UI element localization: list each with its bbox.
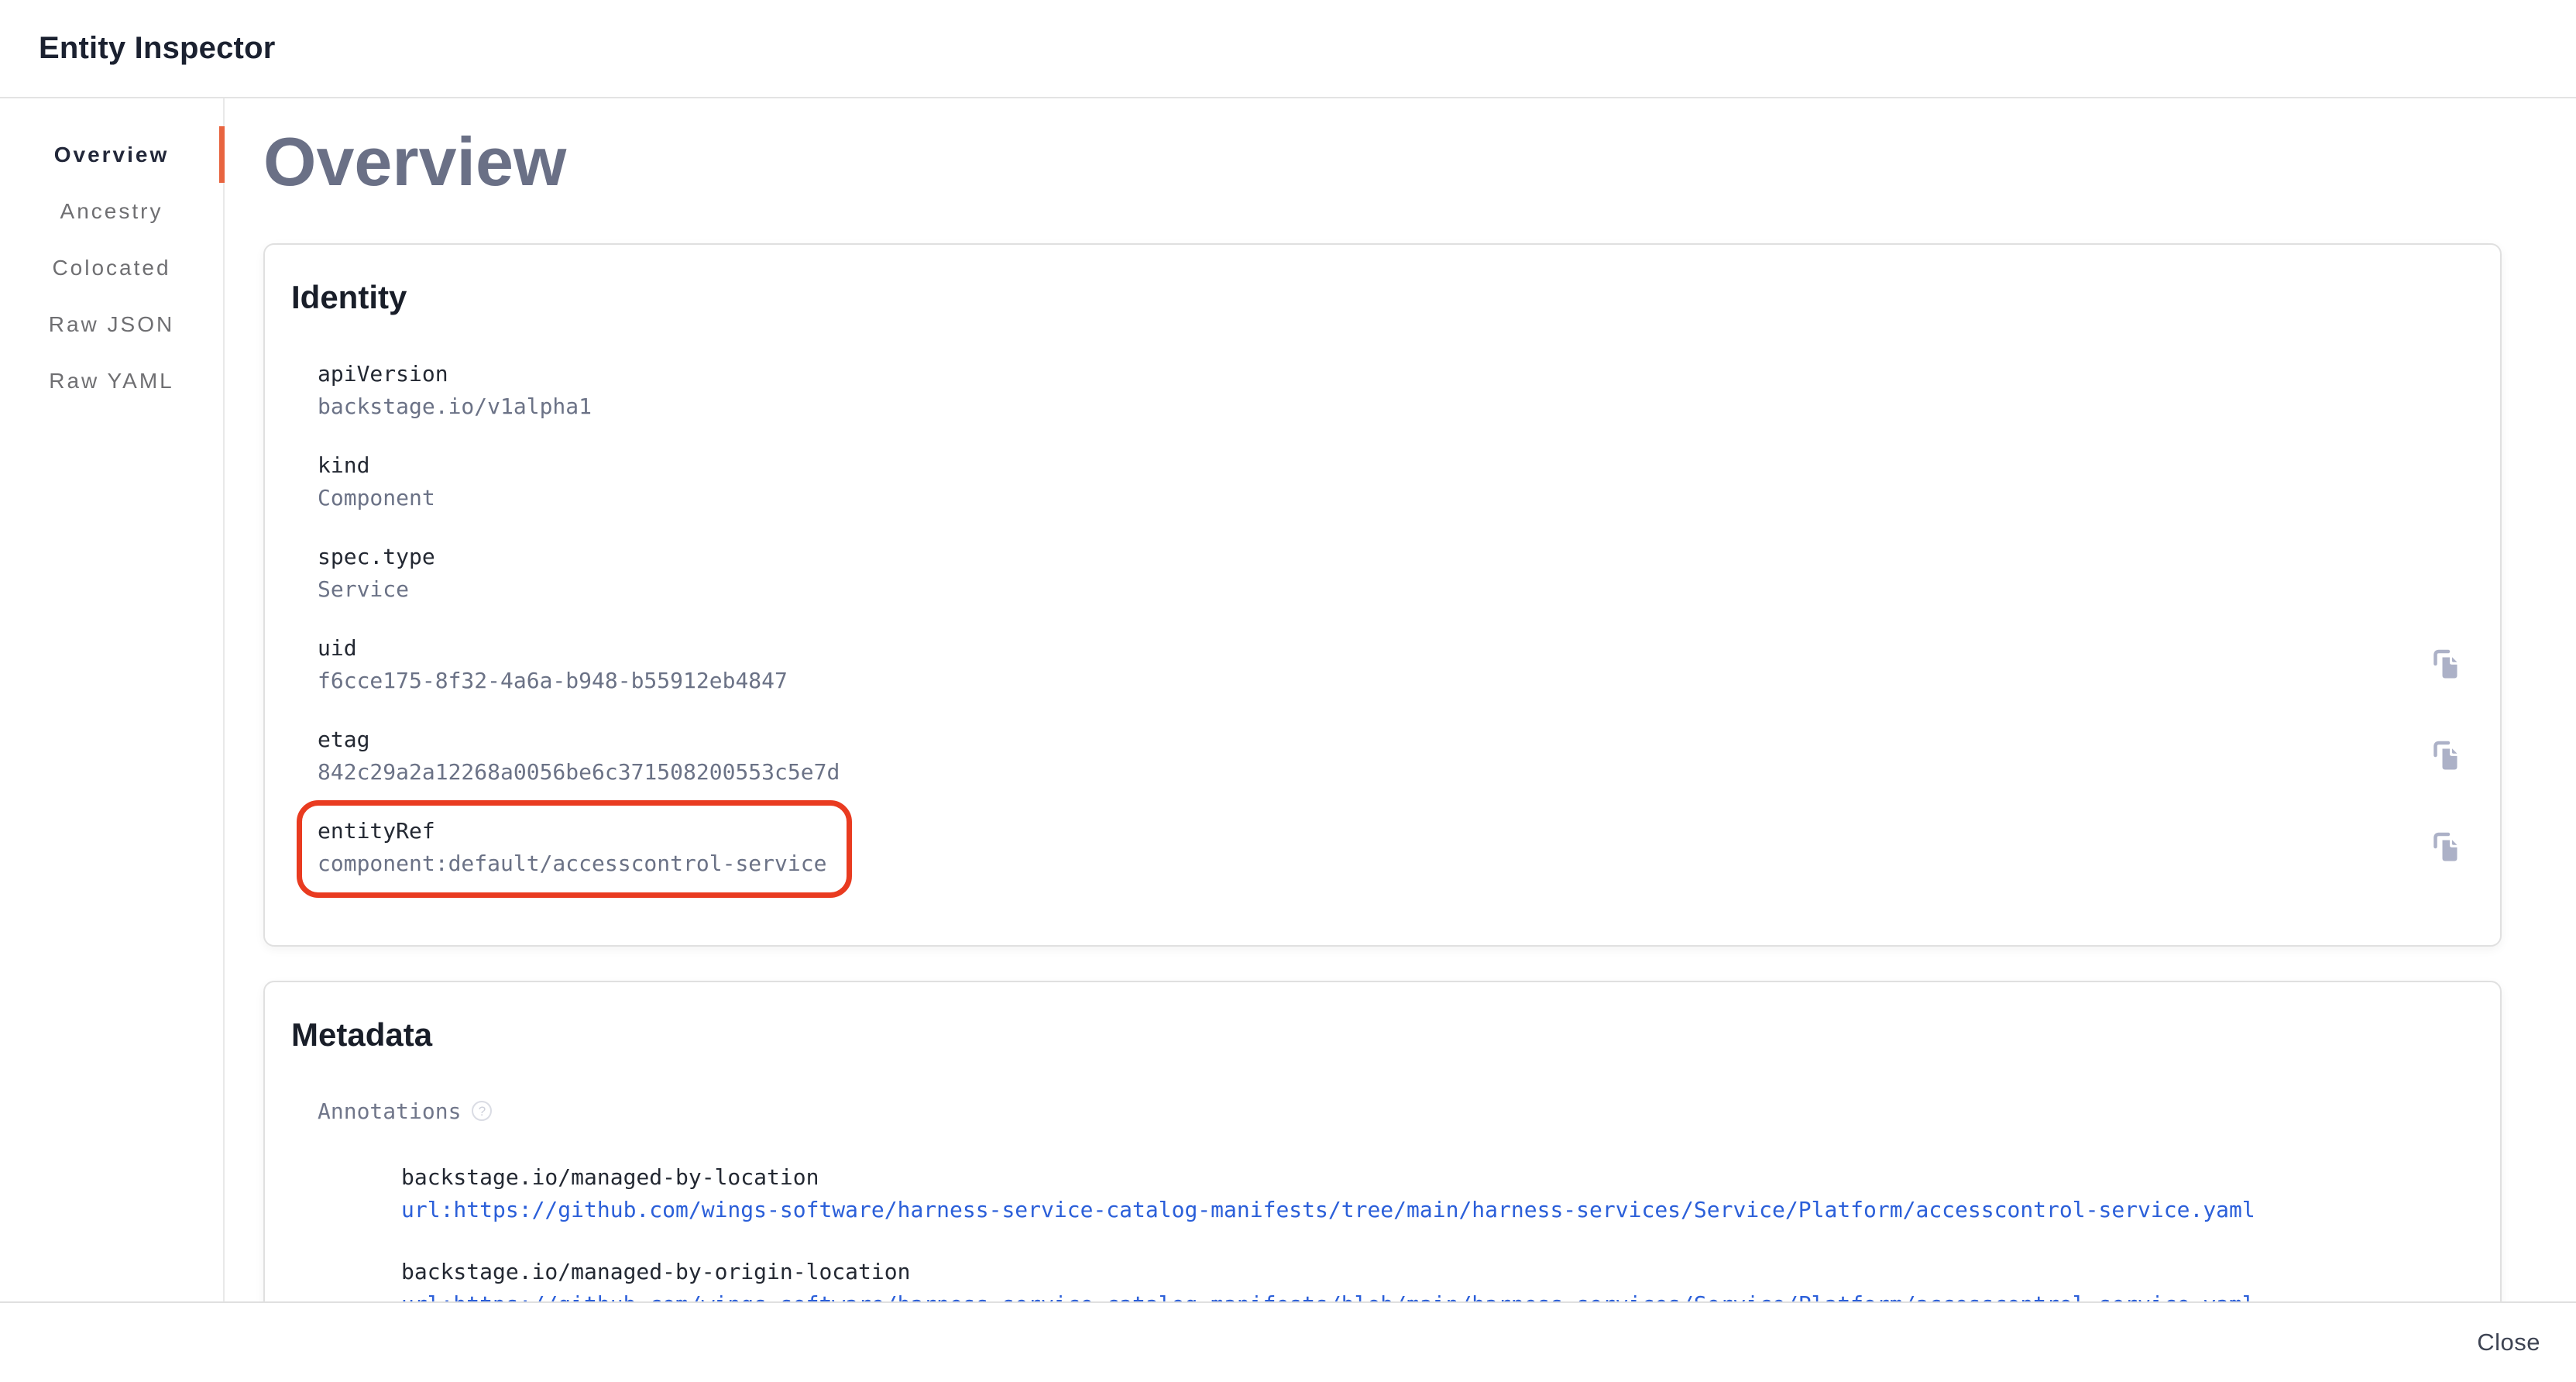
- close-button[interactable]: Close: [2463, 1319, 2554, 1366]
- copy-icon: [2429, 739, 2463, 773]
- entity-ref-highlight: uid f6cce175-8f32-4a6a-b948-b55912eb4847: [318, 635, 788, 694]
- annotation-key: backstage.io/managed-by-location: [401, 1164, 2463, 1191]
- field-value: backstage.io/v1alpha1: [318, 394, 592, 420]
- entity-ref-highlight: apiVersion backstage.io/v1alpha1: [318, 361, 592, 420]
- help-icon[interactable]: ?: [472, 1101, 492, 1121]
- field-label: entityRef: [318, 818, 826, 844]
- annotation-row: backstage.io/managed-by-location url:htt…: [401, 1164, 2463, 1223]
- sidebar-tab[interactable]: Overview: [0, 126, 223, 183]
- metadata-card: Metadata Annotations ? backstage.io/mana…: [263, 981, 2502, 1301]
- entity-ref-highlight: entityRef component:default/accesscontro…: [297, 800, 852, 898]
- entity-ref-highlight: spec.type Service: [318, 544, 435, 603]
- identity-card: Identity apiVersion backstage.io/v1alpha…: [263, 243, 2502, 947]
- copy-button[interactable]: [2429, 830, 2463, 865]
- inspector-content: Overview Identity apiVersion backstage.i…: [225, 98, 2576, 1301]
- identity-field-row: apiVersion backstage.io/v1alpha1: [318, 361, 2463, 420]
- identity-card-title: Identity: [291, 279, 2463, 316]
- field-label: apiVersion: [318, 361, 592, 387]
- annotations-section-header: Annotations ?: [318, 1098, 2463, 1124]
- sidebar-tab[interactable]: Raw JSON: [0, 296, 223, 352]
- dialog-header: Entity Inspector: [0, 0, 2576, 98]
- annotation-value-link[interactable]: url:https://github.com/wings-software/ha…: [401, 1291, 2463, 1301]
- identity-field-row: entityRef component:default/accesscontro…: [318, 818, 2463, 877]
- identity-field-row: uid f6cce175-8f32-4a6a-b948-b55912eb4847: [318, 635, 2463, 694]
- copy-icon: [2429, 648, 2463, 682]
- annotation-key: backstage.io/managed-by-origin-location: [401, 1259, 2463, 1285]
- annotations-label: Annotations: [318, 1098, 461, 1124]
- identity-field-row: spec.type Service: [318, 544, 2463, 603]
- sidebar-tab[interactable]: Raw YAML: [0, 352, 223, 409]
- field-value: 842c29a2a12268a0056be6c371508200553c5e7d: [318, 759, 840, 786]
- dialog-title: Entity Inspector: [39, 31, 275, 66]
- annotation-value-link[interactable]: url:https://github.com/wings-software/ha…: [401, 1197, 2463, 1223]
- sidebar-tab[interactable]: Colocated: [0, 239, 223, 296]
- field-value: Component: [318, 485, 435, 511]
- identity-fields: apiVersion backstage.io/v1alpha1 kind Co…: [318, 361, 2463, 877]
- annotations-list: backstage.io/managed-by-location url:htt…: [401, 1164, 2463, 1301]
- copy-icon: [2429, 830, 2463, 865]
- page-title: Overview: [263, 125, 2576, 200]
- entity-ref-highlight: kind Component: [318, 452, 435, 511]
- sidebar-tab[interactable]: Ancestry: [0, 183, 223, 239]
- copy-button[interactable]: [2429, 739, 2463, 773]
- sidebar-tab-label: Raw JSON: [49, 312, 174, 337]
- field-label: spec.type: [318, 544, 435, 570]
- copy-button[interactable]: [2429, 648, 2463, 682]
- identity-field-row: kind Component: [318, 452, 2463, 511]
- identity-field-row: etag 842c29a2a12268a0056be6c371508200553…: [318, 727, 2463, 786]
- field-value: f6cce175-8f32-4a6a-b948-b55912eb4847: [318, 668, 788, 694]
- sidebar-tab-label: Colocated: [52, 256, 170, 280]
- sidebar-tab-label: Raw YAML: [49, 369, 173, 394]
- sidebar-tab-label: Ancestry: [60, 199, 163, 224]
- sidebar-tab-label: Overview: [54, 143, 170, 167]
- annotation-row: backstage.io/managed-by-origin-location …: [401, 1259, 2463, 1301]
- dialog-footer: Close: [0, 1301, 2576, 1382]
- field-value: component:default/accesscontrol-service: [318, 851, 826, 877]
- field-label: uid: [318, 635, 788, 662]
- entity-ref-highlight: etag 842c29a2a12268a0056be6c371508200553…: [318, 727, 840, 786]
- inspector-sidebar: Overview Ancestry Colocated Raw JSON Raw…: [0, 98, 225, 1301]
- field-label: kind: [318, 452, 435, 479]
- metadata-card-title: Metadata: [291, 1016, 2463, 1054]
- field-label: etag: [318, 727, 840, 753]
- dialog-body: Overview Ancestry Colocated Raw JSON Raw…: [0, 98, 2576, 1301]
- field-value: Service: [318, 576, 435, 603]
- active-tab-indicator: [219, 126, 225, 183]
